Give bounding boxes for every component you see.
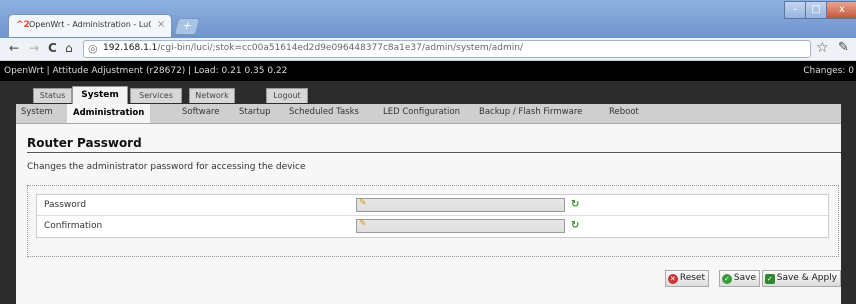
favicon-icon: ^2 (16, 20, 30, 30)
right-gutter (841, 104, 856, 304)
subtab-software[interactable]: Software (182, 107, 219, 117)
forward-icon[interactable]: → (29, 41, 39, 55)
title-divider (27, 152, 841, 153)
confirmation-label: Confirmation (44, 221, 103, 231)
content-area: Router Password Changes the administrato… (16, 124, 841, 304)
url-host: 192.168.1.1 (103, 43, 158, 53)
subtab-system[interactable]: System (21, 107, 53, 117)
new-tab-button[interactable]: + (173, 18, 201, 35)
form-actions: ✕ Reset ✓ Save ✓ Save & Apply (651, 270, 841, 290)
reveal-confirmation-icon[interactable]: ↻ (571, 220, 579, 231)
reload-icon[interactable]: C (48, 41, 57, 55)
sub-menu: System Administration Software Startup S… (16, 104, 841, 124)
key-icon: ✎ (359, 198, 367, 208)
tab-title: OpenWrt - Administration - LuCI (29, 20, 151, 29)
back-icon[interactable]: ← (9, 41, 19, 55)
bookmark-star-icon[interactable]: ☆ (816, 40, 829, 56)
page-title: Router Password (27, 136, 142, 150)
reset-icon: ✕ (667, 274, 678, 284)
main-menu: Status System Services Network Logout (0, 81, 856, 104)
tab-system[interactable]: System (72, 86, 128, 104)
password-row: Password ✎ ↻ (37, 195, 828, 216)
subtab-led-configuration[interactable]: LED Configuration (383, 107, 460, 117)
close-window-button[interactable]: x (826, 1, 856, 19)
address-bar[interactable]: ◎ 192.168.1.1/cgi-bin/luci/;stok=cc00a51… (83, 40, 811, 58)
reset-button[interactable]: ✕ Reset (664, 270, 709, 287)
password-input[interactable]: ✎ (356, 198, 565, 212)
subtab-administration[interactable]: Administration (67, 104, 151, 123)
subtab-startup[interactable]: Startup (239, 107, 271, 117)
reset-label: Reset (679, 273, 705, 283)
save-apply-button[interactable]: ✓ Save & Apply (761, 270, 841, 287)
password-fieldset: Password ✎ ↻ Confirmation ✎ ↻ (27, 185, 839, 257)
section-description: Changes the administrator password for a… (27, 162, 306, 172)
save-icon: ✓ (721, 274, 732, 284)
tab-close-icon[interactable]: × (157, 19, 165, 30)
confirmation-row: Confirmation ✎ ↻ (37, 216, 828, 236)
url-text: 192.168.1.1/cgi-bin/luci/;stok=cc00a5161… (103, 43, 523, 53)
subtab-backup-flash-firmware[interactable]: Backup / Flash Firmware (479, 107, 582, 117)
changes-link[interactable]: Changes: 0 (803, 66, 854, 76)
maximize-button[interactable]: □ (805, 1, 827, 19)
tab-status[interactable]: Status (33, 88, 72, 103)
minimize-button[interactable]: – (784, 1, 806, 19)
home-icon[interactable]: ⌂ (65, 41, 73, 55)
browser-toolbar: ← → C ⌂ ◎ 192.168.1.1/cgi-bin/luci/;stok… (0, 38, 856, 61)
save-label: Save (733, 273, 756, 283)
header-info: OpenWrt | Attitude Adjustment (r28672) |… (4, 66, 288, 76)
subtab-reboot[interactable]: Reboot (609, 107, 639, 117)
apply-icon: ✓ (764, 274, 775, 284)
save-apply-label: Save & Apply (776, 273, 837, 283)
status-header: OpenWrt | Attitude Adjustment (r28672) |… (0, 61, 856, 81)
wrench-icon[interactable]: ✎ (838, 40, 849, 55)
tab-network[interactable]: Network (189, 88, 235, 103)
browser-tab[interactable]: ^2 OpenWrt - Administration - LuCI × (8, 14, 172, 37)
browser-titlebar: ^2 OpenWrt - Administration - LuCI × + –… (0, 0, 856, 38)
subtab-scheduled-tasks[interactable]: Scheduled Tasks (289, 107, 359, 117)
key-icon: ✎ (359, 219, 367, 229)
tab-services[interactable]: Services (130, 88, 182, 103)
password-label: Password (44, 200, 87, 210)
password-fields: Password ✎ ↻ Confirmation ✎ ↻ (36, 194, 829, 238)
url-path: /cgi-bin/luci/;stok=cc00a51614ed2d9e0964… (157, 43, 523, 53)
left-gutter (0, 104, 16, 304)
confirmation-input[interactable]: ✎ (356, 219, 565, 233)
page-info-icon[interactable]: ◎ (88, 42, 98, 55)
reveal-password-icon[interactable]: ↻ (571, 199, 579, 210)
tab-logout[interactable]: Logout (266, 88, 308, 103)
save-button[interactable]: ✓ Save (718, 270, 760, 287)
luci-page: OpenWrt | Attitude Adjustment (r28672) |… (0, 61, 856, 304)
